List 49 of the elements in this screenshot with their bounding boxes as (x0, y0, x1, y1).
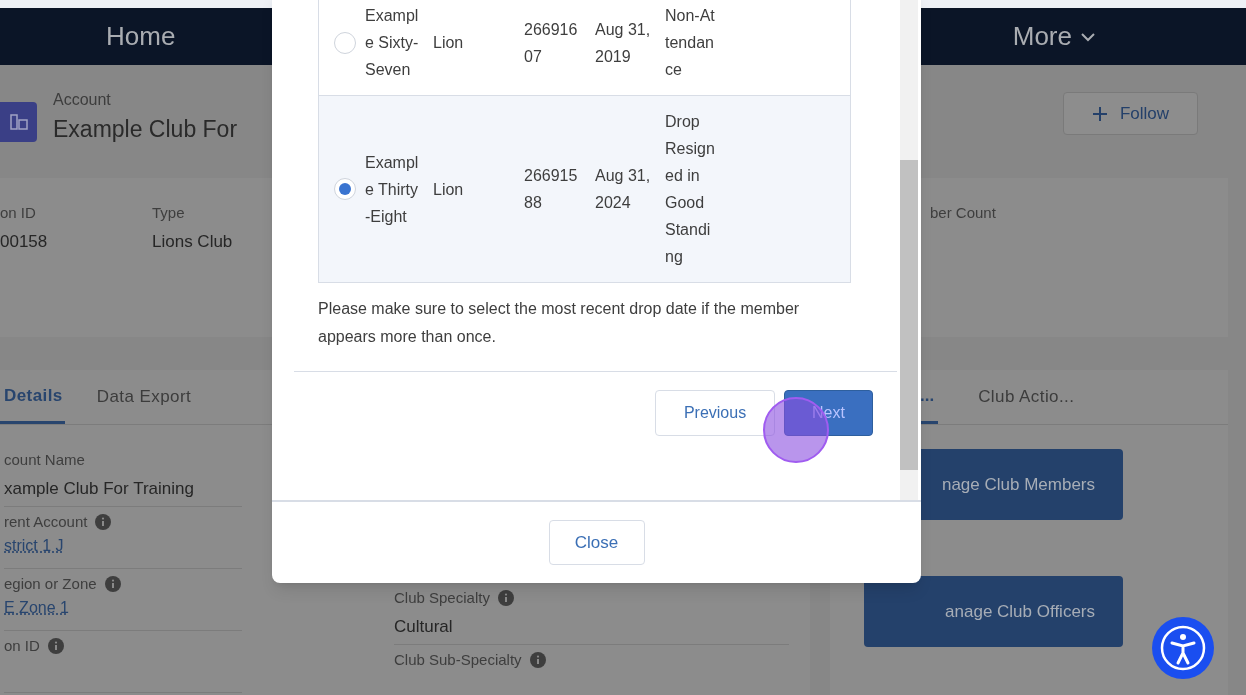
table-cell-text: 26691607 (524, 19, 579, 67)
table-cell-text: Non-Attendance (665, 6, 715, 80)
object-type-label: Account (53, 90, 112, 111)
highlight-value: Lions Club (152, 230, 233, 253)
highlight-value: 00158 (0, 230, 48, 253)
table-cell-text: 26691588 (524, 166, 579, 213)
info-icon (47, 638, 64, 655)
account-icon (0, 101, 37, 142)
table-cell-text: Lion (433, 179, 465, 200)
field-link[interactable]: E Zone 1 (4, 598, 69, 616)
record-title: Example Club For (53, 115, 238, 145)
follow-button[interactable]: Follow (1063, 92, 1198, 135)
table-cell-text: Example Thirty-Eight (365, 152, 420, 227)
action-button[interactable]: anage Club Officers (864, 576, 1123, 647)
table-cell-text: Drop Resigned in Good Standing (665, 112, 715, 267)
nav-menu[interactable]: More (1012, 17, 1096, 56)
highlight-label: ber Count (930, 203, 996, 223)
note-text: Please make sure to select the most recent drop date if the member appears more than once. (318, 299, 801, 347)
table-cell-text: Aug 31, 2019 (595, 19, 652, 67)
tab[interactable]: Details (0, 370, 65, 424)
close-button[interactable]: Close (548, 520, 645, 565)
field-value: xample Club For Training (4, 477, 195, 500)
accessibility-icon (1159, 624, 1207, 672)
info-icon (529, 652, 546, 669)
tab[interactable]: Data Export (96, 370, 192, 424)
table-cell-text: Example Sixty-Seven (365, 6, 420, 80)
radio-button[interactable] (334, 31, 356, 54)
field-value: Cultural (394, 615, 454, 638)
chevron-down-icon (1080, 31, 1096, 42)
field-link[interactable]: strict 1 J (4, 536, 64, 554)
field-label: count Name (4, 450, 85, 470)
table-cell-text: Lion (433, 33, 465, 53)
plus-icon (1091, 105, 1108, 122)
highlight-label: Type (152, 203, 185, 223)
nav-link[interactable]: Home (106, 17, 176, 56)
field-label: on ID (4, 636, 40, 656)
info-icon (497, 590, 514, 607)
info-icon (104, 576, 121, 593)
table-row[interactable]: Example Thirty-Eight Lion 26691588 Aug 31, 2024 Drop Resigned in Good Standing (319, 95, 850, 282)
previous-button[interactable]: Previous (655, 390, 775, 436)
table-cell-text: Aug 31, 2024 (595, 166, 652, 213)
radio-button[interactable] (334, 178, 356, 200)
field-label: egion or Zone (4, 574, 97, 594)
field-label: rent Account (4, 512, 88, 532)
tab[interactable]: Club Actio... (978, 370, 1075, 424)
highlight-label: on ID (0, 203, 36, 223)
field-label: Club Specialty (394, 588, 490, 608)
field-label: Club Sub-Specialty (394, 650, 522, 670)
info-icon (95, 514, 112, 531)
